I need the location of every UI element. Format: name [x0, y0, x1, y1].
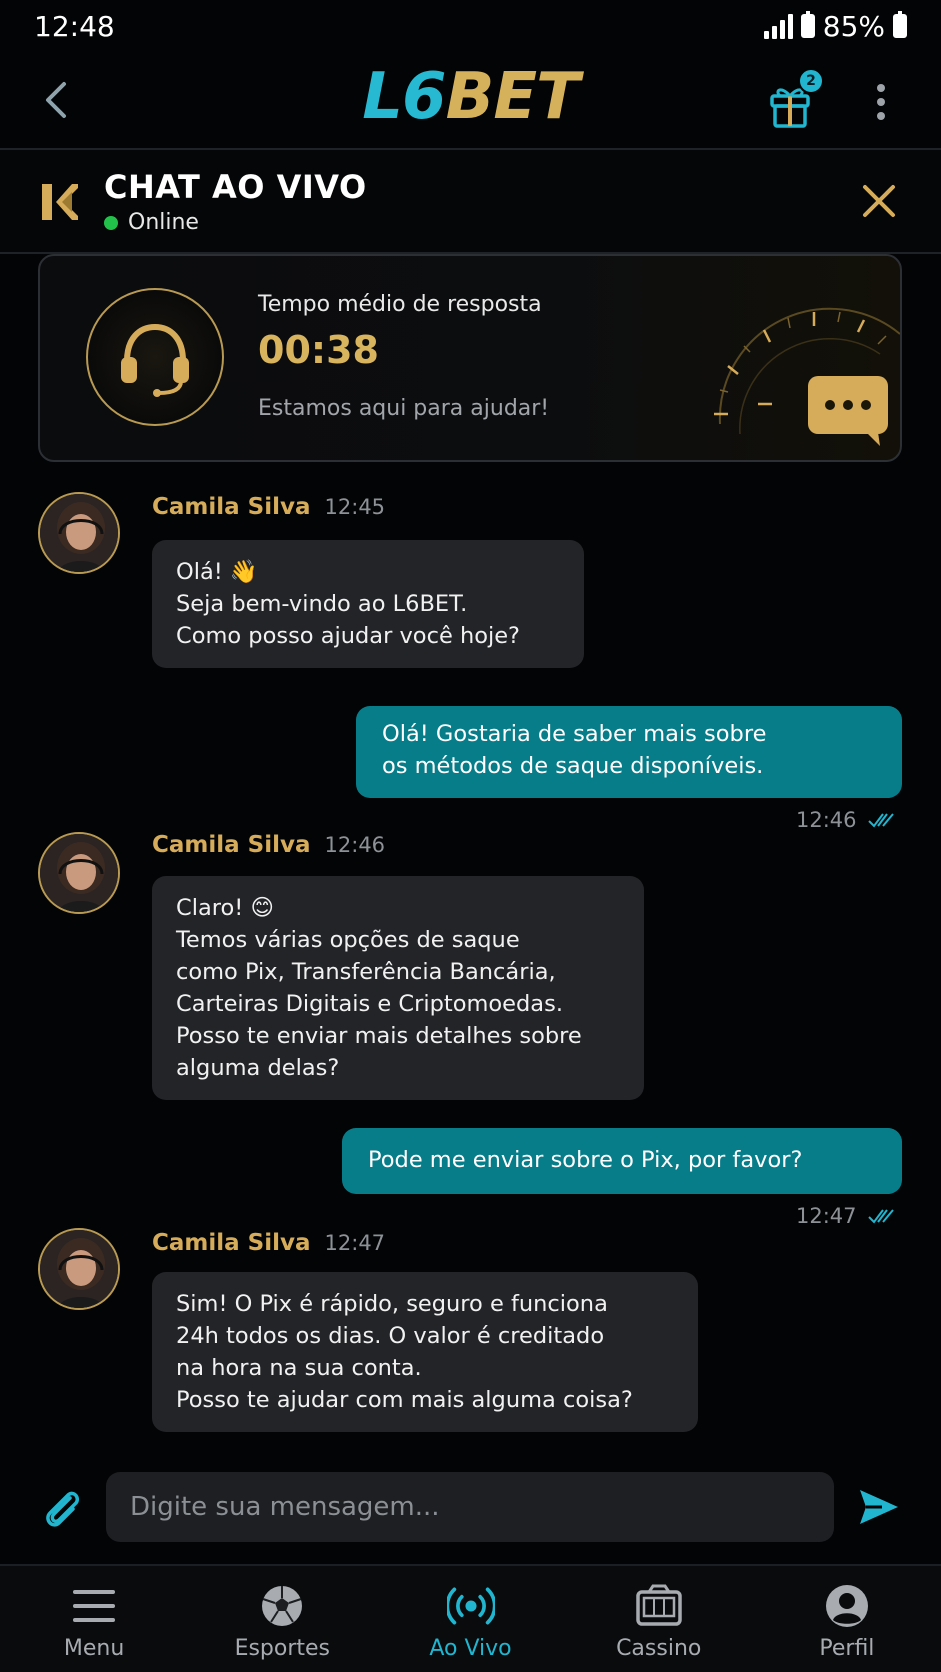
- double-check-icon: [867, 1209, 894, 1224]
- message-line: Olá! Gostaria de saber mais sobre: [382, 721, 767, 747]
- message-meta: Camila Silva 12:45: [152, 494, 385, 520]
- online-label: Online: [128, 210, 199, 235]
- sent-status: 12:46: [796, 808, 895, 832]
- incoming-message-bubble: Sim! O Pix é rápido, seguro e funciona 2…: [152, 1272, 698, 1432]
- nav-label: Esportes: [234, 1636, 331, 1661]
- nav-label: Ao Vivo: [429, 1636, 512, 1661]
- nav-label: Menu: [63, 1636, 125, 1661]
- online-dot-icon: [104, 215, 118, 230]
- message-line: como Pix, Transferência Bancária,: [176, 959, 556, 985]
- message-line: os métodos de saque disponíveis.: [382, 753, 764, 779]
- close-icon: [863, 185, 895, 217]
- battery-level: 85%: [822, 9, 885, 43]
- more-options-button[interactable]: [866, 78, 896, 126]
- message-line: 24h todos os dias. O valor é creditado: [176, 1323, 605, 1349]
- chat-title: CHAT AO VIVO: [104, 168, 367, 206]
- response-time-card: Tempo médio de resposta 00:38 Estamos aq…: [38, 254, 902, 462]
- user-icon: [823, 1582, 871, 1630]
- nav-item-menu[interactable]: Menu: [0, 1566, 188, 1672]
- message-line: Olá! 👋: [176, 559, 258, 585]
- status-icons: 85%: [763, 9, 907, 43]
- response-subtitle: Estamos aqui para ajudar!: [258, 396, 550, 421]
- clock: 12:48: [34, 9, 115, 43]
- message-time: 12:45: [324, 495, 386, 519]
- message-line: Carteiras Digitais e Criptomoedas.: [176, 991, 563, 1017]
- message-time: 12:46: [796, 808, 857, 832]
- nav-label: Perfil: [819, 1636, 875, 1661]
- nav-item-esportes[interactable]: Esportes: [188, 1566, 376, 1672]
- message-line: alguma delas?: [176, 1055, 340, 1081]
- message-input[interactable]: [106, 1472, 834, 1542]
- double-check-icon: [867, 813, 894, 828]
- status-bar: 12:48 85%: [0, 0, 941, 52]
- incoming-message-bubble: Claro! 😊 Temos várias opções de saque co…: [152, 876, 644, 1100]
- close-chat-button[interactable]: [860, 182, 898, 220]
- slot-machine-icon: [635, 1582, 683, 1630]
- message-line: Claro! 😊: [176, 895, 274, 921]
- gift-button[interactable]: 2: [764, 68, 824, 130]
- send-button[interactable]: [856, 1484, 902, 1530]
- app-header: L6BET 2: [0, 52, 941, 150]
- message-time: 12:46: [324, 833, 386, 857]
- message-line: Sim! O Pix é rápido, seguro e funciona: [176, 1291, 608, 1317]
- message-line: Posso te ajudar com mais alguma coisa?: [176, 1387, 633, 1413]
- battery-icon-secondary: [893, 11, 907, 38]
- message-line: Seja bem-vindo ao L6BET.: [176, 591, 468, 617]
- notification-badge: 2: [798, 68, 824, 94]
- signal-icon: [763, 13, 793, 39]
- battery-icon: [800, 11, 815, 38]
- brand-k-icon: [42, 184, 78, 220]
- message-line: Pode me enviar sobre o Pix, por favor?: [368, 1147, 803, 1173]
- outgoing-message-bubble: Pode me enviar sobre o Pix, por favor?: [342, 1128, 902, 1194]
- message-time: 12:47: [796, 1204, 857, 1228]
- soccer-ball-icon: [258, 1582, 306, 1630]
- attach-button[interactable]: [40, 1486, 84, 1530]
- online-status: Online: [104, 210, 199, 235]
- sender-name: Camila Silva: [152, 1230, 311, 1256]
- nav-item-ao-vivo[interactable]: Ao Vivo: [376, 1566, 564, 1672]
- message-line: Temos várias opções de saque: [176, 927, 520, 953]
- nav-item-perfil[interactable]: Perfil: [753, 1566, 941, 1672]
- dot: [877, 98, 885, 106]
- dot: [877, 84, 885, 92]
- agent-avatar-image: [40, 494, 118, 572]
- headset-badge: [86, 288, 224, 426]
- incoming-message-bubble: Olá! 👋 Seja bem-vindo ao L6BET. Como pos…: [152, 540, 584, 668]
- nav-label: Cassino: [616, 1636, 702, 1661]
- headset-icon: [121, 323, 189, 397]
- message-meta: Camila Silva 12:47: [152, 1230, 385, 1256]
- response-time-label: Tempo médio de resposta: [258, 292, 542, 317]
- nav-item-cassino[interactable]: Cassino: [565, 1566, 753, 1672]
- sent-status: 12:47: [796, 1204, 895, 1228]
- chat-header: CHAT AO VIVO Online: [0, 150, 941, 254]
- agent-avatar-image: [40, 834, 118, 912]
- sender-name: Camila Silva: [152, 832, 311, 858]
- chat-bubble-icon: [808, 376, 888, 446]
- send-icon: [860, 1490, 898, 1524]
- bottom-navigation: Menu Esportes Ao Vivo Cassino Perfil: [0, 1564, 941, 1672]
- agent-avatar[interactable]: [38, 1228, 120, 1310]
- paperclip-icon: [46, 1491, 80, 1527]
- response-time-value: 00:38: [258, 328, 379, 372]
- outgoing-message-bubble: Olá! Gostaria de saber mais sobre os mét…: [356, 706, 902, 798]
- agent-avatar-image: [40, 1230, 118, 1308]
- agent-avatar[interactable]: [38, 492, 120, 574]
- message-line: na hora na sua conta.: [176, 1355, 422, 1381]
- menu-icon: [70, 1582, 118, 1630]
- message-line: Posso te enviar mais detalhes sobre: [176, 1023, 582, 1049]
- dot: [877, 112, 885, 120]
- agent-avatar[interactable]: [38, 832, 120, 914]
- message-meta: Camila Silva 12:46: [152, 832, 385, 858]
- message-time: 12:47: [324, 1231, 386, 1255]
- message-line: Como posso ajudar você hoje?: [176, 623, 521, 649]
- sender-name: Camila Silva: [152, 494, 311, 520]
- live-broadcast-icon: [446, 1582, 495, 1630]
